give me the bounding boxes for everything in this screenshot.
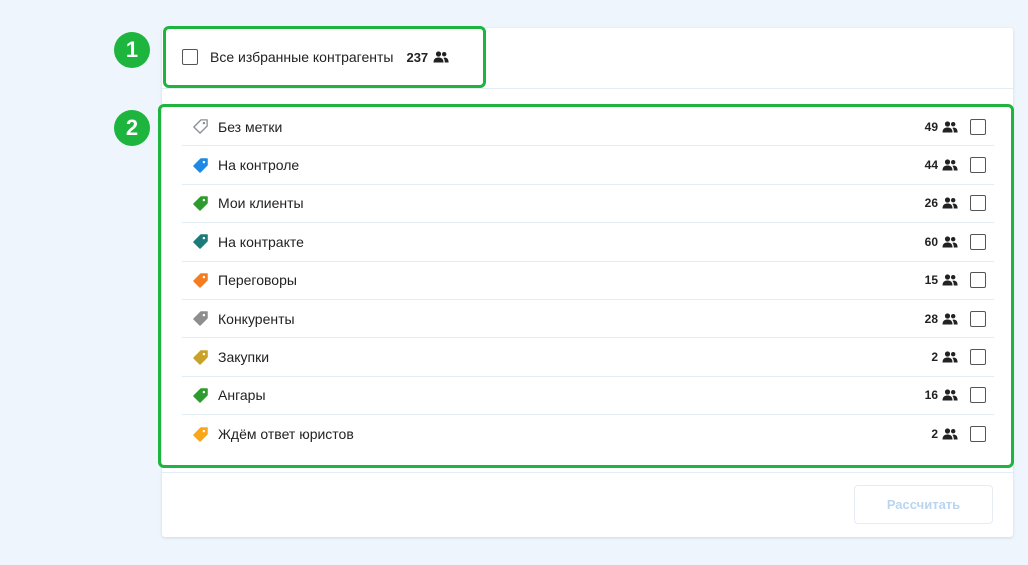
tag-icon — [193, 119, 208, 134]
tag-icon — [193, 234, 208, 250]
tag-checkbox[interactable] — [970, 118, 986, 135]
tag-icon — [193, 427, 208, 442]
people-icon — [942, 274, 958, 286]
people-icon — [942, 389, 958, 401]
tag-row[interactable]: Переговоры 15 — [182, 262, 994, 300]
tag-icon — [193, 311, 208, 326]
tag-label: На контроле — [218, 157, 300, 174]
tag-label: Без метки — [218, 118, 283, 135]
tag-count: 2 — [931, 350, 938, 365]
divider — [162, 88, 1013, 89]
tag-count: 16 — [924, 388, 938, 403]
tag-count: 26 — [924, 196, 938, 211]
tag-icon — [193, 272, 208, 288]
tag-count: 49 — [924, 119, 938, 134]
tag-count: 2 — [931, 427, 938, 442]
people-icon — [942, 159, 958, 171]
tag-checkbox[interactable] — [970, 195, 986, 212]
all-contractors-label: Все избранные контрагенты — [210, 49, 394, 65]
callout-badge-2: 2 — [114, 110, 150, 146]
tag-row[interactable]: Мои клиенты 26 — [182, 185, 994, 224]
people-icon — [942, 313, 958, 325]
tag-icon — [193, 196, 208, 211]
people-icon — [942, 351, 958, 363]
tag-row[interactable]: Ангары 16 — [182, 377, 994, 416]
tag-list: Без метки 49 На контроле 44 Мои клиенты 26 На … — [182, 108, 994, 454]
people-icon — [942, 197, 958, 209]
all-contractors-row[interactable]: Все избранные контрагенты 237 — [182, 48, 449, 66]
tag-count: 60 — [924, 234, 938, 249]
tag-count: 44 — [924, 158, 938, 173]
tag-icon — [193, 388, 208, 403]
tag-icon — [193, 349, 208, 365]
calculate-button[interactable]: Рассчитать — [854, 485, 993, 524]
people-icon — [942, 121, 958, 133]
tag-label: На контракте — [218, 233, 304, 250]
tag-count: 15 — [924, 273, 938, 288]
tag-row[interactable]: Закупки 2 — [182, 338, 994, 377]
tag-label: Ждём ответ юристов — [218, 426, 354, 443]
tag-icon — [193, 157, 208, 173]
tag-checkbox[interactable] — [970, 426, 986, 443]
tag-row[interactable]: Без метки 49 — [182, 108, 994, 147]
people-icon — [942, 428, 958, 440]
people-icon — [942, 236, 958, 248]
tag-count: 28 — [924, 311, 938, 326]
tag-label: Мои клиенты — [218, 195, 304, 212]
tag-checkbox[interactable] — [970, 272, 986, 289]
tag-label: Ангары — [218, 387, 266, 404]
tag-label: Переговоры — [218, 272, 297, 289]
tag-label: Закупки — [218, 349, 270, 366]
all-contractors-checkbox[interactable] — [182, 49, 198, 65]
tag-row[interactable]: Конкуренты 28 — [182, 300, 994, 339]
tag-checkbox[interactable] — [970, 310, 986, 327]
tag-checkbox[interactable] — [970, 349, 986, 366]
all-contractors-count: 237 — [406, 49, 429, 65]
tag-row[interactable]: На контракте 60 — [182, 223, 994, 262]
people-icon — [433, 51, 449, 63]
tag-checkbox[interactable] — [970, 233, 986, 250]
divider — [162, 472, 1013, 473]
tag-label: Конкуренты — [218, 310, 295, 327]
tag-checkbox[interactable] — [970, 157, 986, 174]
tag-row[interactable]: Ждём ответ юристов 2 — [182, 415, 994, 453]
tag-checkbox[interactable] — [970, 387, 986, 404]
tag-row[interactable]: На контроле 44 — [182, 146, 994, 185]
callout-badge-1: 1 — [114, 32, 150, 68]
